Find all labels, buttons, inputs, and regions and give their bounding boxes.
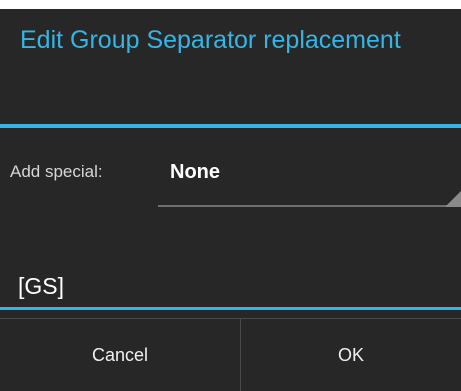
cancel-button[interactable]: Cancel: [0, 319, 240, 391]
dialog-title: Edit Group Separator replacement: [20, 26, 401, 54]
add-special-label: Add special:: [10, 162, 103, 181]
dropdown-underline: [158, 205, 461, 207]
text-field-underline: [0, 307, 461, 310]
ok-button[interactable]: OK: [241, 319, 461, 391]
add-special-dropdown[interactable]: None: [158, 153, 461, 207]
dialog-button-bar: Cancel OK: [0, 319, 461, 391]
add-special-selected-value: None: [170, 161, 220, 183]
title-divider: [0, 124, 461, 128]
dropdown-corner-icon: [445, 191, 461, 207]
replacement-text-input[interactable]: [18, 271, 318, 301]
edit-group-separator-dialog: Edit Group Separator replacement Add spe…: [0, 9, 461, 391]
